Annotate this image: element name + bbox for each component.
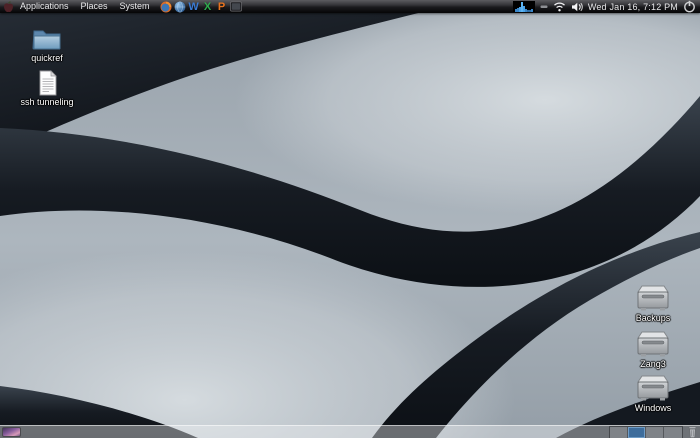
desktop-icon-backups[interactable]: Backups xyxy=(621,284,685,323)
panel-launchers: W X P xyxy=(160,1,242,13)
icon-label: quickref xyxy=(31,53,63,63)
trash-icon[interactable] xyxy=(687,426,698,438)
harddrive-icon xyxy=(635,284,671,312)
powerpoint-icon[interactable]: P xyxy=(216,1,228,13)
globe-browser-icon[interactable] xyxy=(174,1,186,13)
icon-label: Zang3 xyxy=(640,359,666,369)
shutdown-icon[interactable] xyxy=(683,0,696,13)
workspace-switcher xyxy=(609,426,683,438)
workspace-cell-3[interactable] xyxy=(646,427,664,438)
desktop-icon-ssh-tunneling[interactable]: ssh tunneling xyxy=(15,70,79,107)
icon-label: ssh tunneling xyxy=(20,97,73,107)
menu-places[interactable]: Places xyxy=(75,0,114,13)
screen-icon[interactable] xyxy=(230,1,242,13)
desktop-icon-quickref[interactable]: quickref xyxy=(15,27,79,63)
harddrive-icon xyxy=(635,330,671,358)
desktop-wallpaper[interactable] xyxy=(0,0,700,438)
document-icon xyxy=(37,70,58,96)
desktop-icon-zang3[interactable]: Zang3 xyxy=(621,330,685,369)
panel-tray: Wed Jan 16, 7:12 PM xyxy=(513,0,696,13)
workspace-cell-4[interactable] xyxy=(664,427,682,438)
show-desktop-button[interactable] xyxy=(2,427,21,437)
icon-label: Backups xyxy=(636,313,671,323)
menu-system[interactable]: System xyxy=(114,0,156,13)
cpu-graph-applet[interactable] xyxy=(513,1,535,12)
clock-applet[interactable]: Wed Jan 16, 7:12 PM xyxy=(588,2,678,12)
bottom-panel xyxy=(0,425,700,438)
word-icon[interactable]: W xyxy=(188,1,200,13)
folder-icon xyxy=(31,27,63,52)
firefox-icon[interactable] xyxy=(160,1,172,13)
workspace-cell-1[interactable] xyxy=(610,427,628,438)
volume-icon[interactable] xyxy=(571,2,583,12)
excel-icon[interactable]: X xyxy=(202,1,214,13)
top-panel: Applications Places System W xyxy=(0,0,700,13)
desktop-screen: Applications Places System W xyxy=(0,0,700,438)
icon-label: Windows xyxy=(635,403,672,413)
harddrive-icon xyxy=(635,374,671,402)
workspace-cell-2[interactable] xyxy=(628,427,646,438)
desktop-icon-windows[interactable]: Windows xyxy=(621,374,685,413)
apple-menu-icon[interactable] xyxy=(3,0,14,13)
wifi-icon[interactable] xyxy=(553,1,566,12)
indicator-dash-icon[interactable] xyxy=(540,1,548,12)
menu-applications[interactable]: Applications xyxy=(14,0,75,13)
